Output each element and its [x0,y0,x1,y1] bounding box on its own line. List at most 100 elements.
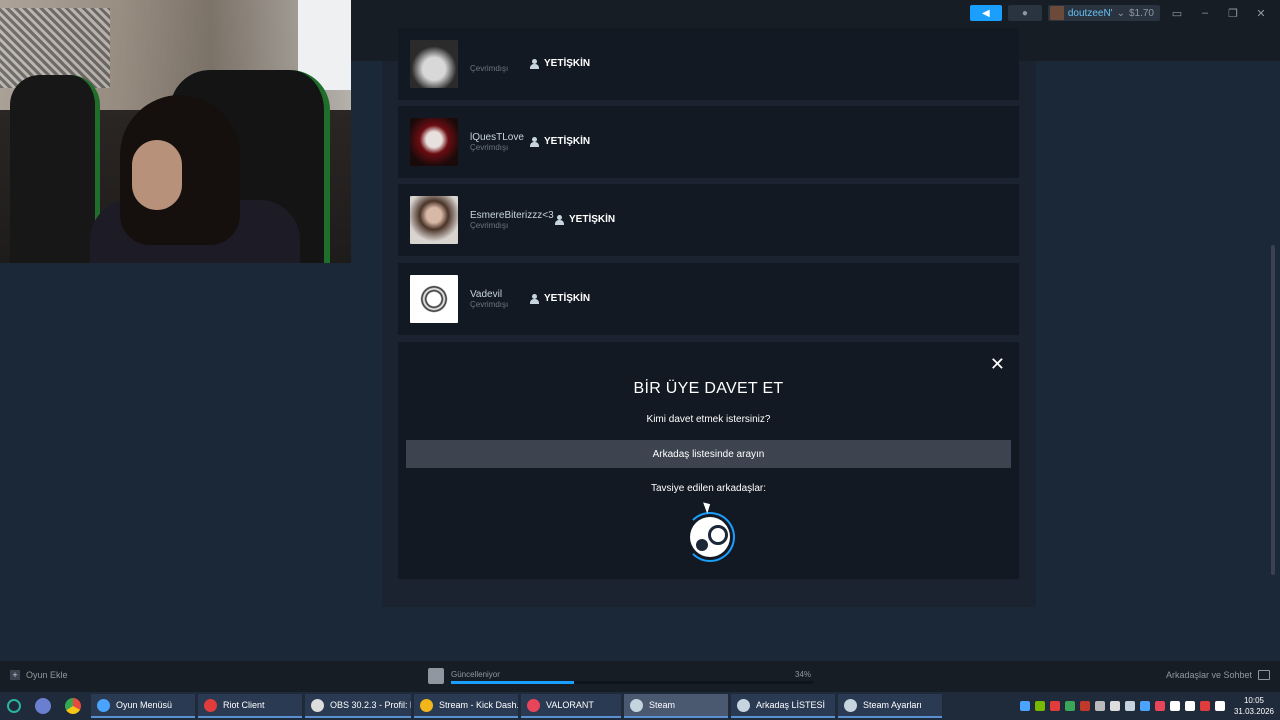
notifications-button[interactable]: ● [1007,5,1042,21]
member-name: Vadevil [470,289,503,300]
steam-logo-icon [690,517,730,557]
list-item[interactable]: EsmereBiterizzz<3 Çevrimdışı YETİŞKİN [398,184,1019,256]
chat-icon [1258,670,1270,680]
taskbar-item[interactable]: VALORANT [521,694,621,718]
add-game-button[interactable]: + Oyun Ekle [10,670,68,680]
member-role: YETİŞKİN [555,214,615,225]
play-tray-icon[interactable] [1064,701,1075,711]
valorant-tray-icon[interactable] [1154,701,1165,711]
close-icon[interactable]: ✕ [1250,7,1272,20]
clock-date: 31.03.2026 [1233,707,1274,716]
taskbar-items: Oyun Menüsü Riot Client OBS 30.2.3 - Profi… [88,694,942,718]
top-right-controls: ◀ ● doutzeeN' ⌄ $1.70 ▭ – ❐ ✕ [969,4,1280,22]
taskbar-item[interactable]: OBS 30.2.3 - Profil: l... [305,694,411,718]
power-icon [7,699,21,713]
member-name: lQuesTLove [470,132,524,143]
person-icon [555,214,564,225]
app-icon [35,698,51,714]
clock-time: 10:05 [1243,696,1264,705]
friends-and-chat-button[interactable]: Arkadaşlar ve Sohbet [1166,670,1270,680]
microphone-icon[interactable] [1214,701,1225,711]
steam-tray-icon[interactable] [1019,701,1030,711]
plus-icon: + [10,670,20,680]
suggested-friends-label: Tavsiye edilen arkadaşlar: [650,483,767,494]
invite-member-dialog: ✕ BİR ÜYE DAVET ET Kimi davet etmek iste… [398,342,1019,579]
g-tray-icon[interactable] [1094,701,1105,711]
webcam-person [132,140,182,210]
app-icon [420,698,433,712]
webcam-chair [10,75,100,263]
account-menu[interactable]: doutzeeN' ⌄ $1.70 [1047,5,1160,21]
role-label: YETİŞKİN [544,136,591,147]
taskbar-app-icon[interactable] [28,692,58,720]
taskbar-item-label: Oyun Menüsü [116,700,173,710]
wallet-balance: $1.70 [1128,7,1154,19]
taskbar-item[interactable]: Stream - Kick Dash... [414,694,518,718]
person-icon [530,293,539,304]
taskbar-item[interactable]: Riot Client [198,694,302,718]
add-game-label: Oyun Ekle [26,670,68,680]
riot-tray-icon[interactable] [1079,701,1090,711]
windows-taskbar: Oyun Menüsü Riot Client OBS 30.2.3 - Profi… [0,692,1280,720]
taskbar-clock[interactable]: 10:05 31.03.2026 [1230,695,1274,717]
megaphone-icon: ◀ [982,7,990,19]
taskbar-item-label: Stream - Kick Dash... [439,700,518,710]
chrome-icon [65,698,81,714]
taskbar-item[interactable]: Steam Ayarları [838,694,942,718]
network-icon[interactable] [1184,701,1195,711]
dialog-title: BİR ÜYE DAVET ET [633,380,784,397]
group-members-panel: Çevrimdışı YETİŞKİN lQuesTLove Çevrimdış… [382,28,1036,607]
list-item[interactable]: Vadevil Çevrimdışı YETİŞKİN [398,263,1019,335]
taskbar-item-label: Arkadaş LİSTESİ [756,700,826,710]
nvidia-tray-icon[interactable] [1034,701,1045,711]
avatar [410,275,458,323]
steam-tray-icon[interactable] [1124,701,1135,711]
big-picture-icon[interactable]: ▭ [1166,7,1188,20]
update-status[interactable]: Güncelleniyor [451,670,500,679]
webcam-overlay [0,0,351,263]
announcements-button[interactable]: ◀ [969,5,1002,21]
app-icon [311,698,324,712]
scrollbar[interactable] [1271,245,1275,575]
member-status: Çevrimdışı [470,221,509,230]
person-icon [530,58,539,69]
member-status: Çevrimdışı [470,64,509,73]
member-role: YETİŞKİN [530,136,590,147]
volume-icon[interactable] [1169,701,1180,711]
taskbar-item[interactable]: Steam [624,694,728,718]
friends-chat-label: Arkadaşlar ve Sohbet [1165,670,1252,680]
person-icon [530,136,539,147]
taskbar-item[interactable]: Arkadaş LİSTESİ [731,694,835,718]
taskbar-item-label: VALORANT [546,700,594,710]
taskbar-item[interactable]: Oyun Menüsü [91,694,195,718]
avatar [410,118,458,166]
avatar [410,40,458,88]
avatar [1049,6,1064,20]
settings-tray-icon[interactable] [1109,701,1120,711]
steam-window: ◀ ● doutzeeN' ⌄ $1.70 ▭ – ❐ ✕ Çevrimdışı… [0,0,1280,692]
app-icon [844,698,857,712]
app-icon [737,698,750,712]
minimize-icon[interactable]: – [1194,7,1216,19]
search-friends-button[interactable]: Arkadaş listesinde arayın [406,440,1011,468]
system-tray: 10:05 31.03.2026 [1019,692,1280,720]
list-item[interactable]: lQuesTLove Çevrimdışı YETİŞKİN [398,106,1019,178]
restore-icon[interactable]: ❐ [1222,7,1244,20]
taskbar-chrome-icon[interactable] [58,692,88,720]
member-status: Çevrimdışı [470,143,509,152]
close-icon[interactable]: ✕ [990,354,1005,375]
chevron-down-icon: ⌄ [1116,7,1125,19]
dialog-question: Kimi davet etmek istersiniz? [646,414,771,425]
app-tray-icon[interactable] [1199,701,1210,711]
app-icon [97,698,110,712]
member-role: YETİŞKİN [530,58,590,69]
app-icon [204,698,217,712]
app-tray-icon[interactable] [1139,701,1150,711]
list-item[interactable]: Çevrimdışı YETİŞKİN [398,28,1019,100]
record-tray-icon[interactable] [1049,701,1060,711]
member-role: YETİŞKİN [530,293,590,304]
app-icon [630,698,643,712]
taskbar-item-label: Riot Client [223,700,265,710]
start-button[interactable] [0,692,28,720]
game-thumbnail-icon[interactable] [428,668,444,684]
